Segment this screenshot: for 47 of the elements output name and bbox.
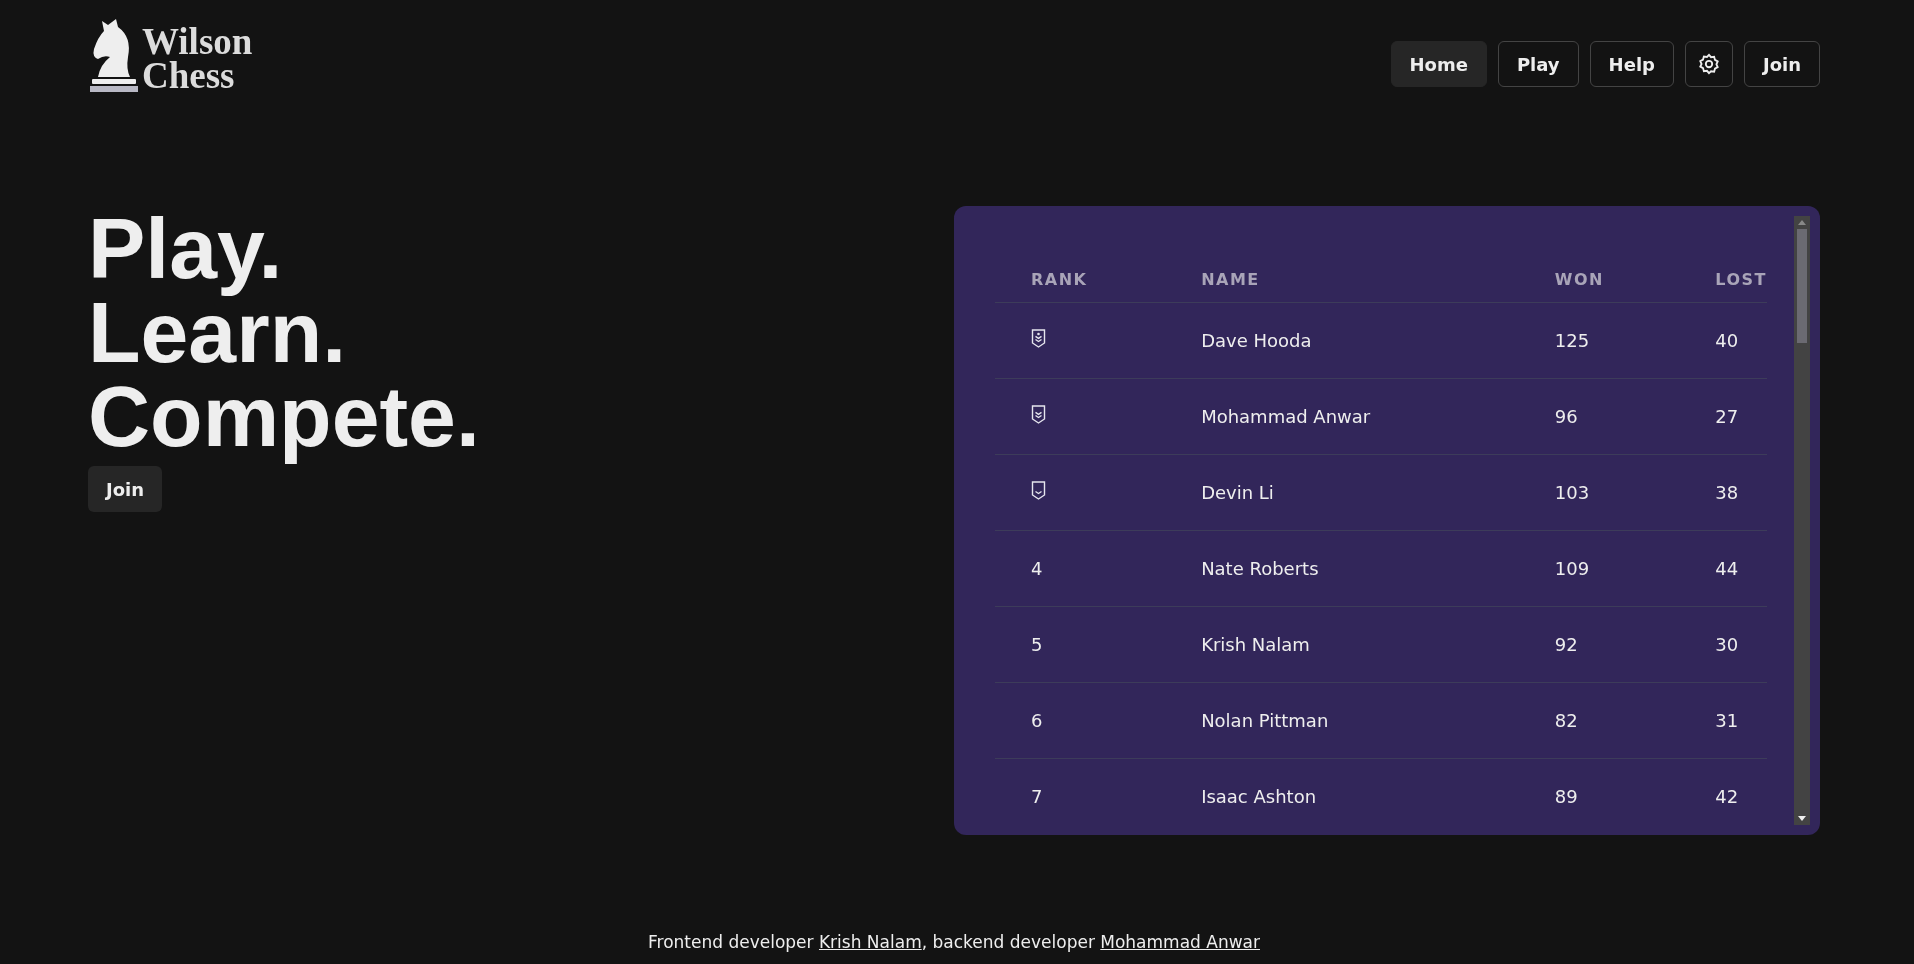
rank-badge-icon	[1031, 329, 1046, 348]
scrollbar[interactable]	[1794, 216, 1810, 825]
logo-text: Chess	[142, 59, 236, 93]
player-name-cell: Krish Nalam	[1165, 606, 1519, 683]
settings-button[interactable]	[1684, 41, 1733, 87]
settings-icon	[1697, 53, 1720, 75]
wins-cell: 103	[1518, 454, 1680, 531]
column-header: NAME	[1165, 256, 1519, 303]
player-name-cell: Devin Li	[1165, 454, 1519, 531]
player-name-cell: Dave Hooda	[1165, 302, 1519, 379]
column-header: WON	[1518, 256, 1680, 303]
player-name-cell: Nate Roberts	[1165, 530, 1519, 607]
losses-cell: 30	[1679, 606, 1767, 683]
nav-button[interactable]: Join	[1743, 41, 1820, 87]
wins-cell: 82	[1518, 682, 1680, 759]
rank-cell: 6	[995, 682, 1166, 759]
wins-cell: 125	[1518, 302, 1680, 379]
developer-link[interactable]: Krish Nalam	[818, 932, 922, 952]
losses-cell: 40	[1679, 302, 1767, 379]
rank-badge-icon	[1031, 481, 1046, 500]
losses-cell: 31	[1679, 682, 1767, 759]
rank-cell: 4	[995, 530, 1166, 607]
player-name-cell: Mohammad Anwar	[1165, 378, 1519, 455]
rank-badge-icon	[1031, 405, 1046, 424]
losses-cell: 44	[1679, 530, 1767, 607]
column-header: RANK	[995, 256, 1166, 303]
losses-cell: 27	[1679, 378, 1767, 455]
hero-heading-line: Compete.	[88, 367, 480, 466]
wins-cell: 109	[1518, 530, 1680, 607]
developer-link[interactable]: Mohammad Anwar	[1100, 932, 1260, 952]
nav-button[interactable]: Home	[1390, 41, 1487, 87]
player-name-cell: Isaac Ashton	[1165, 758, 1519, 825]
wins-cell: 96	[1518, 378, 1680, 455]
logo-text: Wilson	[142, 25, 253, 59]
losses-cell: 42	[1679, 758, 1767, 825]
chess-knight-logo-icon	[88, 17, 138, 93]
join-button[interactable]: Join	[88, 466, 163, 512]
column-header: LOST	[1679, 256, 1767, 303]
rank-cell: 5	[995, 606, 1166, 683]
wins-cell: 89	[1518, 758, 1680, 825]
player-name-cell: Nolan Pittman	[1165, 682, 1519, 759]
losses-cell: 38	[1679, 454, 1767, 531]
nav-button[interactable]: Play	[1497, 41, 1579, 87]
wins-cell: 92	[1518, 606, 1680, 683]
nav-button[interactable]: Help	[1589, 41, 1674, 87]
rank-cell: 7	[995, 758, 1166, 825]
footer-credits: Frontend developer Krish Nalam, backend developer Mohammad Anwar	[648, 932, 1260, 952]
